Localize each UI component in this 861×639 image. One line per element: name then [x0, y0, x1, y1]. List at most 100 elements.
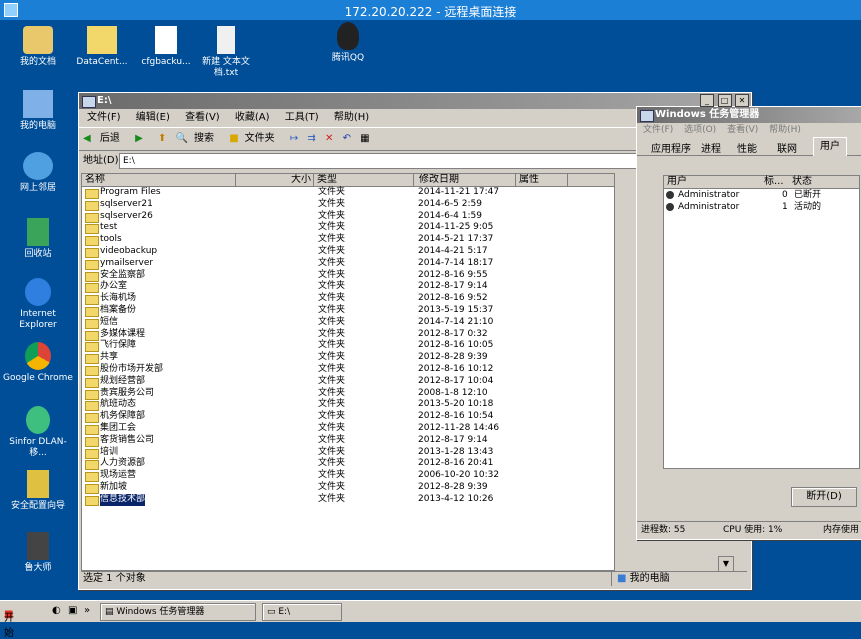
- file-row[interactable]: 长海机场 文件夹 2012-8-16 9:52: [82, 293, 614, 306]
- file-row[interactable]: sqlserver21 文件夹 2014-6-5 2:59: [82, 199, 614, 211]
- column-id[interactable]: 标...: [764, 176, 784, 188]
- file-date: 2013-4-12 10:26: [418, 493, 494, 504]
- quicklaunch-desktop-icon[interactable]: ▣: [68, 605, 77, 616]
- desktop-icon-recycle-bin[interactable]: 回收站: [2, 218, 74, 260]
- column-type[interactable]: 类型: [314, 174, 414, 186]
- delete-icon[interactable]: ✕: [325, 133, 333, 144]
- column-attributes[interactable]: 属性: [516, 174, 568, 186]
- desktop-icon-security-wizard[interactable]: 安全配置向导: [2, 470, 74, 512]
- tab-performance[interactable]: 性能: [737, 140, 757, 155]
- column-name[interactable]: 名称: [82, 174, 236, 186]
- tm-menu-options[interactable]: 选项(O): [684, 125, 716, 135]
- desktop-icon-sinfor[interactable]: Sinfor DLAN-移...: [2, 406, 74, 459]
- menu-file[interactable]: 文件(F): [87, 112, 121, 123]
- file-row[interactable]: 集团工会 文件夹 2012-11-28 14:46: [82, 423, 614, 435]
- minimize-button[interactable]: _: [700, 94, 714, 107]
- file-row[interactable]: 规划经营部 文件夹 2012-8-17 10:04: [82, 376, 614, 388]
- desktop-icon-datacent[interactable]: DataCent...: [66, 26, 138, 68]
- menu-help[interactable]: 帮助(H): [334, 112, 369, 123]
- taskbar-item-task-manager[interactable]: ▤ Windows 任务管理器: [100, 603, 256, 621]
- folder-icon: [85, 342, 99, 353]
- close-button[interactable]: ✕: [735, 94, 749, 107]
- file-row[interactable]: Program Files 文件夹 2014-11-21 17:47: [82, 187, 614, 199]
- file-row[interactable]: 人力资源部 文件夹 2012-8-16 20:41: [82, 458, 614, 471]
- desktop-icon-new-text[interactable]: 新建 文本文档.txt: [190, 26, 262, 79]
- quicklaunch-arrow-icon[interactable]: »: [84, 605, 90, 616]
- file-row[interactable]: 多媒体课程 文件夹 2012-8-17 0:32: [82, 329, 614, 341]
- folder-icon: [85, 483, 99, 494]
- column-status[interactable]: 状态: [792, 176, 812, 188]
- menu-tools[interactable]: 工具(T): [285, 112, 319, 123]
- column-modified[interactable]: 修改日期: [416, 174, 516, 186]
- tm-menu-file[interactable]: 文件(F): [643, 125, 673, 135]
- file-row[interactable]: videobackup 文件夹 2014-4-21 5:17: [82, 246, 614, 258]
- desktop-icon-chrome[interactable]: Google Chrome: [2, 342, 74, 384]
- file-date: 2014-7-14 21:10: [418, 316, 494, 327]
- column-user[interactable]: 用户: [667, 176, 687, 188]
- back-button[interactable]: ◀ 后退: [83, 133, 126, 144]
- file-row[interactable]: 短信 文件夹 2014-7-14 21:10: [82, 317, 614, 329]
- maximize-button[interactable]: □: [717, 94, 732, 107]
- desktop-icon-ie[interactable]: Internet Explorer: [2, 278, 74, 331]
- file-row[interactable]: sqlserver26 文件夹 2014-6-4 1:59: [82, 211, 614, 223]
- forward-button[interactable]: ▶: [135, 133, 149, 144]
- file-list[interactable]: 名称 大小 类型 修改日期 属性 Program Files 文件夹 2014-11…: [81, 173, 615, 571]
- menu-favorites[interactable]: 收藏(A): [235, 112, 270, 123]
- tab-users[interactable]: 用户: [813, 137, 847, 156]
- file-row[interactable]: 机务保障部 文件夹 2012-8-16 10:54: [82, 411, 614, 424]
- file-type: 文件夹: [318, 458, 346, 469]
- file-row[interactable]: 安全监察部 文件夹 2012-8-16 9:55: [82, 270, 614, 282]
- file-row[interactable]: 共享 文件夹 2012-8-28 9:39: [82, 352, 614, 365]
- file-row[interactable]: test 文件夹 2014-11-25 9:05: [82, 222, 614, 235]
- views-icon[interactable]: ▦: [360, 133, 369, 144]
- user-row[interactable]: Administrator 0 已断开: [664, 189, 859, 201]
- menu-edit[interactable]: 编辑(E): [136, 112, 170, 123]
- quicklaunch-ie-icon[interactable]: ◐: [52, 605, 61, 616]
- tab-networking[interactable]: 联网: [777, 140, 797, 155]
- up-folder-icon[interactable]: ⬆: [158, 133, 166, 144]
- file-row[interactable]: 办公室 文件夹 2012-8-17 9:14: [82, 281, 614, 294]
- status-selection: 选定 1 个对象: [83, 573, 146, 584]
- tm-menu-view[interactable]: 查看(V): [727, 125, 758, 135]
- ludashi-icon: [27, 532, 49, 560]
- file-row[interactable]: 新加坡 文件夹 2012-8-28 9:39: [82, 482, 614, 494]
- file-row[interactable]: 飞行保障 文件夹 2012-8-16 10:05: [82, 340, 614, 353]
- scroll-down-button[interactable]: ▼: [718, 556, 734, 572]
- folders-button[interactable]: ■ 文件夹: [229, 133, 280, 144]
- file-row[interactable]: 档案备份 文件夹 2013-5-19 15:37: [82, 305, 614, 317]
- file-date: 2014-11-25 9:05: [418, 222, 494, 233]
- user-list[interactable]: 用户 标... 状态 Administrator 0 已断开 Administr…: [663, 175, 860, 469]
- user-row[interactable]: Administrator 1 活动的: [664, 201, 859, 213]
- tab-applications[interactable]: 应用程序: [651, 140, 691, 155]
- disconnect-button[interactable]: 断开(D): [791, 487, 857, 507]
- file-row[interactable]: 贵宾服务公司 文件夹 2008-1-8 12:10: [82, 388, 614, 400]
- desktop-icon-qq[interactable]: 腾讯QQ: [312, 22, 384, 64]
- search-button[interactable]: 🔍 搜索: [176, 133, 220, 144]
- folder-icon: [85, 330, 99, 341]
- desktop-icon-my-computer[interactable]: 我的电脑: [2, 90, 74, 132]
- file-row[interactable]: 航班动态 文件夹 2013-5-20 10:18: [82, 399, 614, 412]
- desktop-icon-network[interactable]: 网上邻居: [2, 152, 74, 194]
- menu-view[interactable]: 查看(V): [185, 112, 220, 123]
- file-row[interactable]: 股份市场开发部 文件夹 2012-8-16 10:12: [82, 364, 614, 376]
- file-row[interactable]: 信息技术部 文件夹 2013-4-12 10:26: [82, 493, 614, 506]
- file-row[interactable]: 客货销售公司 文件夹 2012-8-17 9:14: [82, 435, 614, 447]
- file-row[interactable]: ymailserver 文件夹 2014-7-14 18:17: [82, 258, 614, 270]
- file-name: 机务保障部: [100, 411, 146, 422]
- search-icon: 🔍: [175, 133, 188, 144]
- tab-processes[interactable]: 进程: [701, 140, 721, 155]
- task-manager-window[interactable]: Windows 任务管理器 文件(F) 选项(O) 查看(V) 帮助(H) 应用…: [636, 106, 861, 540]
- column-size[interactable]: 大小: [236, 174, 314, 186]
- copy-to-icon[interactable]: ⇉: [307, 133, 315, 144]
- taskbar-item-explorer[interactable]: ▭ E:\: [262, 603, 342, 621]
- file-row[interactable]: tools 文件夹 2014-5-21 17:37: [82, 234, 614, 247]
- desktop-icon-ludashi[interactable]: 鲁大师: [2, 532, 74, 574]
- file-row[interactable]: 现场运营 文件夹 2006-10-20 10:32: [82, 470, 614, 483]
- undo-icon[interactable]: ↶: [343, 133, 351, 144]
- move-to-icon[interactable]: ↦: [290, 133, 298, 144]
- desktop-icon-my-documents[interactable]: 我的文档: [2, 26, 74, 68]
- tm-menu-help[interactable]: 帮助(H): [769, 125, 801, 135]
- task-manager-title-bar[interactable]: Windows 任务管理器: [637, 107, 861, 123]
- file-type: 文件夹: [318, 269, 346, 280]
- file-row[interactable]: 培训 文件夹 2013-1-28 13:43: [82, 447, 614, 459]
